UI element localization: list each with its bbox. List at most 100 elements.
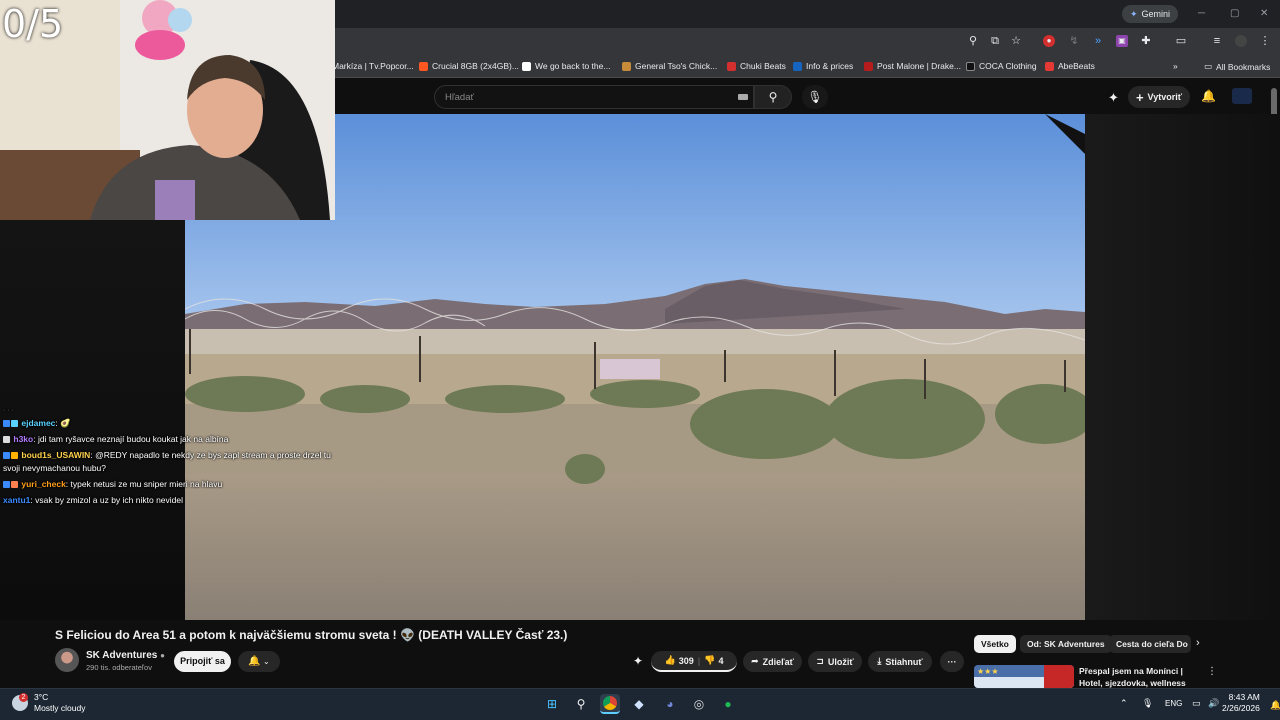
- chevron-right-icon[interactable]: ›: [1196, 637, 1200, 649]
- chrome-taskbar-icon[interactable]: [600, 694, 620, 714]
- bookmark-favicon: [622, 61, 631, 71]
- bookmark-star-icon[interactable]: ☆: [1010, 35, 1022, 47]
- google-icon: [522, 61, 531, 71]
- chat-badge-icon: [11, 420, 18, 427]
- windows-start-icon[interactable]: ⊞: [542, 694, 562, 714]
- extension-grey-icon[interactable]: ↯: [1068, 35, 1080, 47]
- weather-widget[interactable]: 2 3°C Mostly cloudy: [12, 692, 86, 714]
- chat-text: jdi tam ryšavce neznají budou koukat jak…: [37, 434, 229, 444]
- save-button[interactable]: ⊐ Uložiť: [808, 651, 862, 672]
- ai-sparkle-icon[interactable]: ✦: [1108, 90, 1119, 106]
- minimize-icon[interactable]: ─: [1198, 8, 1205, 19]
- download-button[interactable]: ⤓ Stiahnuť: [868, 651, 932, 672]
- search-input[interactable]: Hľadať: [434, 85, 754, 109]
- spotify-taskbar-icon[interactable]: ●: [718, 694, 738, 714]
- thumbnail-stars: ★★★: [977, 667, 999, 676]
- bookmark-item[interactable]: Chuki Beats: [727, 61, 786, 71]
- keyboard-icon[interactable]: [738, 94, 748, 100]
- maximize-icon[interactable]: ▢: [1230, 8, 1239, 19]
- extension-red-icon[interactable]: ●: [1043, 35, 1055, 47]
- notifications-bell-icon[interactable]: 🔔: [1201, 89, 1216, 103]
- bookmark-item[interactable]: General Tso's Chick...: [622, 61, 717, 71]
- dislike-count: 4: [718, 655, 724, 666]
- gemini-icon: ✦: [1130, 8, 1138, 19]
- media-icon[interactable]: ≡: [1211, 35, 1223, 47]
- chat-username[interactable]: h3ko: [13, 434, 33, 444]
- ai-sparkle-icon[interactable]: ✦: [633, 654, 643, 668]
- bookmark-item[interactable]: AbeBeats: [1045, 61, 1095, 71]
- extensions-puzzle-icon[interactable]: ✚: [1140, 35, 1152, 47]
- gemini-button[interactable]: ✦ Gemini: [1122, 5, 1179, 23]
- plus-icon: +: [1135, 89, 1144, 105]
- channel-avatar[interactable]: [55, 648, 79, 672]
- recommended-thumbnail[interactable]: ★★★: [974, 665, 1074, 688]
- app-taskbar-icon[interactable]: ◎: [689, 694, 709, 714]
- system-clock[interactable]: 8:43 AM 2/26/2026: [1222, 692, 1260, 714]
- bookmark-item[interactable]: Crucial 8GB (2x4GB)...: [419, 61, 519, 71]
- profile-avatar[interactable]: [1235, 35, 1247, 47]
- extension-purple-icon[interactable]: ▣: [1116, 35, 1128, 47]
- chip-from-channel[interactable]: Od: SK Adventures: [1020, 635, 1112, 653]
- chrome-menu-icon[interactable]: ⋮: [1259, 35, 1271, 47]
- verified-icon: ●: [160, 651, 165, 660]
- search-button[interactable]: ⚲: [754, 85, 792, 109]
- like-button[interactable]: 👍 309: [664, 655, 693, 666]
- chat-username[interactable]: ejdamec: [21, 418, 55, 428]
- subscriber-count: 290 tis. odberateľov: [86, 663, 152, 672]
- chat-username[interactable]: boud1s_USAWIN: [21, 450, 90, 460]
- weather-icon: 2: [12, 693, 28, 711]
- bookmark-favicon: [727, 61, 736, 71]
- bookmark-item[interactable]: Markíza | Tv.Popcor...: [332, 61, 414, 71]
- more-actions-button[interactable]: ···: [940, 651, 964, 672]
- discord-taskbar-icon[interactable]: ◕: [660, 694, 680, 714]
- create-button[interactable]: + Vytvoriť: [1128, 86, 1190, 108]
- join-button[interactable]: Pripojiť sa: [174, 651, 231, 672]
- chat-badge-icon: [11, 481, 18, 488]
- gemini-label: Gemini: [1141, 9, 1171, 19]
- chat-message: h3ko: jdi tam ryšavce neznají budou kouk…: [3, 433, 343, 446]
- share-button[interactable]: ➦ Zdieľať: [743, 651, 802, 672]
- account-avatar[interactable]: [1232, 88, 1252, 104]
- chat-username[interactable]: xantu1: [3, 495, 30, 505]
- bookmark-item[interactable]: Post Malone | Drake...: [864, 61, 961, 71]
- subscription-bell-button[interactable]: 🔔 ⌄: [238, 651, 280, 672]
- weather-badge: 2: [19, 693, 28, 702]
- channel-name[interactable]: SK Adventures ●: [86, 650, 165, 661]
- zoom-icon[interactable]: ⚲: [967, 35, 979, 47]
- more-vertical-icon[interactable]: ⋮: [1207, 666, 1217, 677]
- bookmark-favicon: [419, 61, 428, 71]
- bookmark-item[interactable]: We go back to the...: [522, 61, 610, 71]
- create-label: Vytvoriť: [1147, 92, 1183, 102]
- notification-center-icon[interactable]: 🔔: [1270, 700, 1280, 711]
- score-counter: 0/5: [2, 2, 64, 46]
- taskbar-search-icon[interactable]: ⚲: [571, 694, 591, 714]
- install-icon[interactable]: ⧉: [989, 35, 1001, 47]
- steam-taskbar-icon[interactable]: ◆: [629, 694, 649, 714]
- close-icon[interactable]: ✕: [1260, 8, 1268, 19]
- microphone-tray-icon[interactable]: 🎙: [1142, 698, 1153, 709]
- extension-blue-icon[interactable]: »: [1092, 35, 1104, 47]
- clock-time: 8:43 AM: [1228, 692, 1260, 702]
- right-dark-area: [1085, 114, 1280, 620]
- bookmarks-overflow-icon[interactable]: »: [1173, 61, 1178, 71]
- sidepanel-icon[interactable]: ▭: [1175, 35, 1187, 47]
- all-bookmarks[interactable]: ▭ All Bookmarks: [1204, 61, 1270, 72]
- network-icon[interactable]: ▭: [1192, 698, 1201, 709]
- language-indicator[interactable]: ENG: [1165, 699, 1182, 708]
- recommended-title[interactable]: Přespal jsem na Monínci | Hotel, sjezdov…: [1079, 665, 1204, 689]
- bookmark-icon: ⊐: [816, 656, 824, 666]
- dislike-button[interactable]: 👎 4: [704, 655, 723, 666]
- tray-chevron-up-icon[interactable]: ⌃: [1120, 698, 1128, 709]
- bookmark-item[interactable]: COCA Clothing: [966, 61, 1037, 71]
- chip-related[interactable]: Cesta do cieľa Do: [1109, 635, 1191, 653]
- chip-all[interactable]: Všetko: [974, 635, 1016, 653]
- weather-temp: 3°C: [34, 692, 49, 702]
- clock-date: 2/26/2026: [1222, 703, 1260, 713]
- chat-username[interactable]: yuri_check: [21, 479, 65, 489]
- chat-message: xantu1: vsak by zmizol a uz by ich nikto…: [3, 495, 184, 505]
- bookmark-item[interactable]: Info & prices: [793, 61, 853, 71]
- bookmark-favicon: [793, 61, 802, 71]
- voice-search-button[interactable]: 🎙: [802, 85, 828, 109]
- volume-icon[interactable]: 🔊: [1208, 698, 1219, 709]
- chat-badge-icon: [3, 420, 10, 427]
